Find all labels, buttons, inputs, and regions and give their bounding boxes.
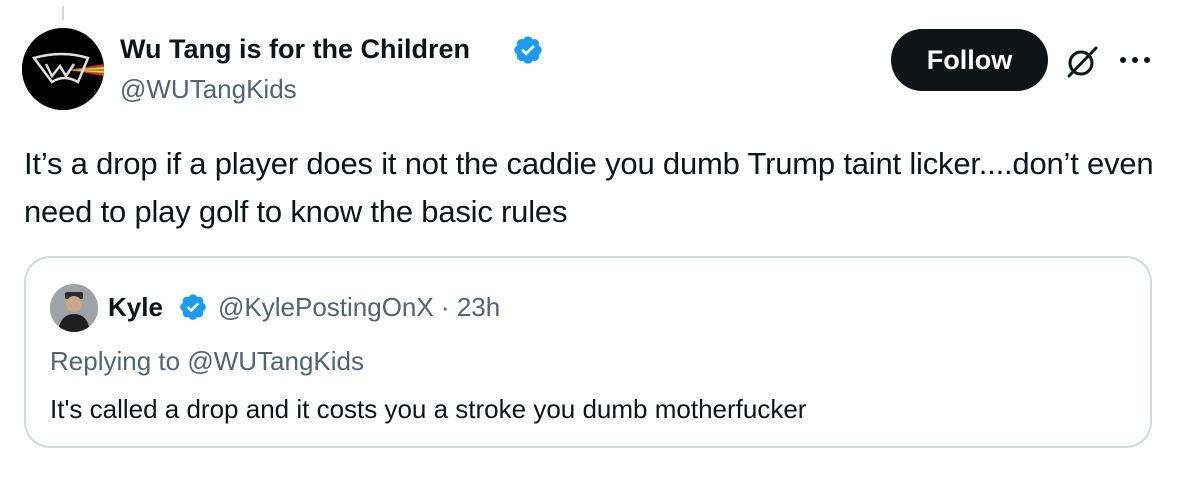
replying-to-handle[interactable]: @WUTangKids: [187, 346, 364, 376]
quoted-post-card[interactable]: Kyle @KylePostingOnX · 23h Replying to @…: [24, 256, 1152, 448]
follow-button[interactable]: Follow: [891, 29, 1048, 91]
author-handle[interactable]: @WUTangKids: [120, 72, 297, 106]
author-avatar[interactable]: [22, 28, 104, 110]
quoted-author-name[interactable]: Kyle: [108, 290, 163, 324]
grok-icon[interactable]: [1064, 44, 1100, 80]
post-text: It’s a drop if a player does it not the …: [24, 146, 1154, 229]
meta-separator: ·: [433, 292, 457, 322]
thread-connector-line: [62, 6, 64, 20]
quoted-post-meta: @KylePostingOnX · 23h: [218, 290, 500, 324]
replying-to-line: Replying to @WUTangKids: [50, 344, 364, 378]
replying-to-label: Replying to: [50, 346, 188, 376]
quoted-verified-badge-icon: [180, 294, 206, 320]
quoted-author-avatar[interactable]: [50, 284, 98, 332]
quoted-post-text: It's called a drop and it costs you a st…: [50, 394, 807, 424]
verified-badge-icon: [514, 36, 542, 64]
more-options-icon[interactable]: [1118, 54, 1152, 66]
quoted-author-handle[interactable]: @KylePostingOnX: [218, 292, 434, 322]
author-name[interactable]: Wu Tang is for the Children: [120, 32, 470, 66]
quoted-post-time[interactable]: 23h: [457, 292, 500, 322]
